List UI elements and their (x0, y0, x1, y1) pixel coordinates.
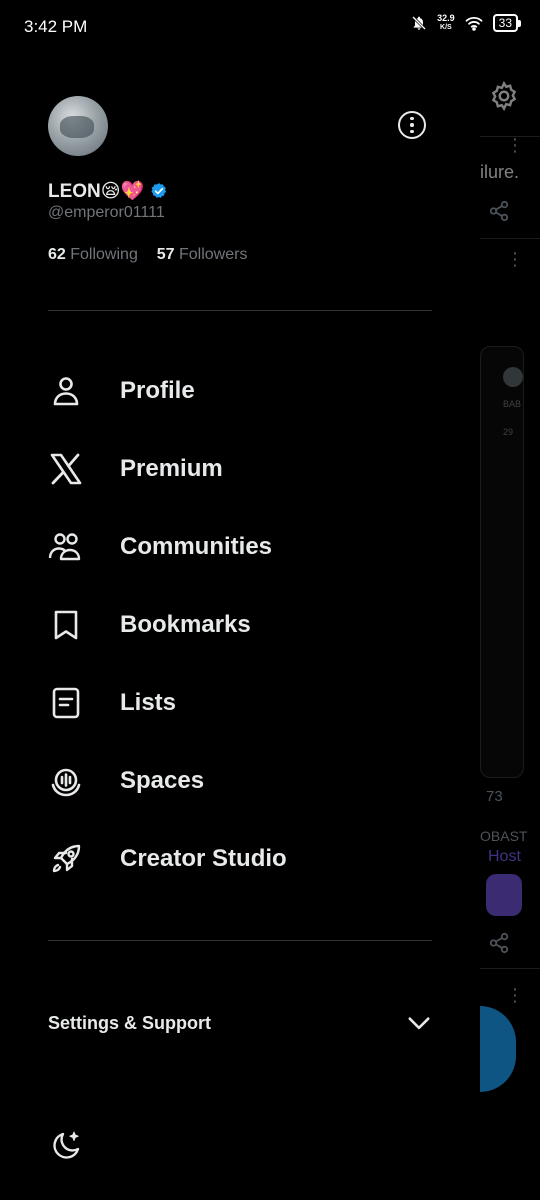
menu-label-communities: Communities (120, 533, 273, 560)
share-icon[interactable] (488, 200, 510, 222)
bookmark-icon (54, 610, 78, 640)
menu-item-spaces[interactable]: Spaces (0, 742, 480, 820)
menu-item-premium[interactable]: Premium (0, 430, 480, 508)
settings-gear-icon[interactable] (488, 80, 520, 112)
chevron-down-icon (408, 1017, 430, 1030)
feed-space-card (486, 874, 522, 916)
menu-label-profile: Profile (120, 377, 195, 404)
menu-item-profile[interactable]: Profile (0, 352, 480, 430)
dark-mode-toggle-icon[interactable] (48, 1128, 84, 1164)
feed-card-name: BAB (503, 399, 522, 409)
following-link[interactable]: 62 Following (48, 246, 138, 263)
navigation-drawer: LEON😪💖 @emperor01111 62 Following 57 Fol… (0, 56, 480, 1200)
menu-item-communities[interactable]: Communities (0, 508, 480, 586)
profile-name: LEON😪💖 (48, 181, 145, 202)
menu-item-lists[interactable]: Lists (0, 664, 480, 742)
menu-label-lists: Lists (120, 689, 177, 716)
menu-item-bookmarks[interactable]: Bookmarks (0, 586, 480, 664)
feed-snippet: ilure. (480, 162, 520, 182)
menu-label-spaces: Spaces (120, 767, 205, 794)
spaces-icon (51, 768, 81, 797)
profile-name-row[interactable]: LEON😪💖 (48, 179, 168, 203)
feed-snippet-2: OBAST (480, 828, 528, 844)
network-speed-value: 32.9 (437, 13, 455, 23)
drawer-menu: Profile Premium Communities Bookmarks Li… (0, 352, 480, 898)
compose-button[interactable] (480, 1006, 516, 1092)
list-icon (52, 687, 80, 719)
feed-card: BAB 29 (480, 346, 524, 778)
divider-top (48, 310, 432, 311)
verified-badge-icon (151, 183, 167, 198)
following-label: Following (70, 246, 138, 263)
background-feed[interactable]: ⋮ ilure. ⋮ BAB 29 73 OBAST Host ⋮ (480, 56, 540, 1200)
feed-card-count: 29 (503, 427, 514, 437)
status-time: 3:42 PM (24, 17, 88, 36)
network-speed-unit: K/S (440, 24, 452, 31)
avatar[interactable] (48, 96, 108, 156)
status-bar: 3:42 PM 32.9 K/S 33 (0, 0, 540, 56)
followers-count: 57 (156, 246, 175, 263)
mute-notifications-icon (412, 16, 427, 30)
share-icon-2[interactable] (488, 932, 510, 954)
divider-bottom (48, 940, 432, 941)
profile-handle: @emperor01111 (48, 204, 165, 221)
network-speed: 32.9 K/S (437, 14, 455, 32)
follow-stats: 62 Following 57 Followers (48, 246, 247, 264)
more-options-icon[interactable] (398, 111, 426, 139)
menu-label-creator-studio: Creator Studio (120, 845, 287, 872)
feed-snippet-3: Host (488, 848, 521, 865)
x-logo-icon (50, 453, 82, 485)
menu-item-creator-studio[interactable]: Creator Studio (0, 820, 480, 898)
following-count: 62 (48, 246, 66, 263)
communities-icon (48, 533, 81, 561)
status-icons: 32.9 K/S 33 (411, 14, 522, 32)
followers-label: Followers (179, 246, 248, 263)
feed-reply-count: 73 (486, 788, 503, 805)
rocket-icon (52, 844, 81, 873)
menu-label-premium: Premium (120, 455, 223, 482)
followers-link[interactable]: 57 Followers (157, 246, 248, 263)
wifi-icon (465, 16, 483, 31)
battery-indicator: 33 (492, 14, 522, 32)
person-icon (53, 377, 79, 406)
menu-label-bookmarks: Bookmarks (120, 611, 251, 638)
settings-support-label: Settings & Support (48, 1012, 211, 1033)
settings-support-toggle[interactable]: Settings & Support (48, 1006, 432, 1040)
